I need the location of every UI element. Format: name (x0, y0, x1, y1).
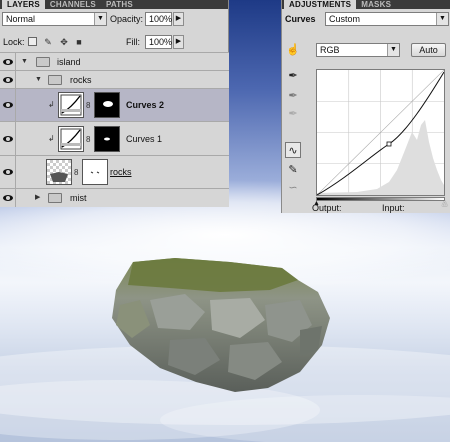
preset-value: Custom (329, 14, 361, 24)
eye-icon[interactable] (3, 195, 13, 201)
opacity-value: 100% (149, 14, 173, 24)
input-label: Input: (382, 203, 405, 213)
output-label: Output: (312, 203, 342, 213)
fill-label: Fill: (126, 37, 140, 47)
curves-graph[interactable] (316, 69, 445, 196)
auto-button[interactable]: Auto (411, 43, 446, 57)
channel-select[interactable]: RGB ▼ (316, 43, 400, 57)
mask-shape (90, 171, 100, 174)
collapse-triangle-icon[interactable]: ▶ (35, 193, 40, 203)
tab-adjustments[interactable]: ADJUSTMENTS (284, 0, 357, 9)
link-icon[interactable]: 8 (86, 101, 90, 111)
link-icon[interactable]: 8 (74, 168, 78, 178)
rock-thumbnail-shape (50, 172, 68, 182)
target-adjust-icon[interactable]: ☝ (285, 42, 301, 58)
eye-icon[interactable] (3, 135, 13, 142)
layer-row-rocks-group[interactable]: ▼ rocks (0, 70, 229, 88)
visibility-cell (0, 53, 16, 70)
mask-shape (103, 101, 113, 107)
opacity-slider-arrow[interactable]: ▶ (173, 12, 184, 26)
eyedropper-black-icon[interactable]: ✒ (285, 68, 301, 84)
blend-mode-value: Normal (6, 14, 36, 24)
adjustments-panel: ADJUSTMENTS MASKS Curves Custom ▼ ☝ ✒ ✒ … (281, 0, 450, 213)
blend-mode-select[interactable]: Normal ▼ (2, 12, 107, 26)
eye-icon[interactable] (3, 169, 13, 175)
expand-triangle-icon[interactable]: ▼ (35, 75, 42, 85)
layers-panel-tabs: LAYERS CHANNELS PATHS (0, 0, 228, 9)
chevron-down-icon: ▼ (387, 44, 399, 56)
fill-input[interactable]: 100% (145, 35, 172, 49)
curves-adjustment-thumbnail[interactable] (58, 92, 84, 118)
tab-masks[interactable]: MASKS (356, 0, 396, 9)
lock-label: Lock: (3, 37, 25, 47)
layer-name: Curves 2 (126, 100, 165, 110)
link-icon[interactable]: 8 (86, 135, 90, 145)
chevron-down-icon: ▼ (436, 13, 448, 25)
curves-icon (60, 94, 82, 116)
pencil-icon[interactable]: ✎ (285, 162, 301, 178)
layers-panel: LAYERS CHANNELS PATHS Normal ▼ Opacity: … (0, 0, 229, 207)
adjustment-type-label: Curves (285, 14, 316, 24)
layer-row-island[interactable]: ▼ island (0, 52, 229, 70)
curves-adjustment-thumbnail[interactable] (58, 126, 84, 152)
tab-paths[interactable]: PATHS (101, 0, 138, 9)
lock-transparency-icon[interactable] (28, 37, 37, 46)
visibility-cell (0, 156, 16, 188)
visibility-cell (0, 71, 16, 88)
lock-pixels-icon[interactable]: ✎ (43, 37, 53, 47)
curve-control-point[interactable] (386, 141, 392, 147)
clipping-arrow-icon: ↲ (48, 100, 55, 109)
layer-name: mist (70, 193, 87, 203)
smooth-curve-icon[interactable]: ∽ (285, 180, 301, 196)
chevron-down-icon: ▼ (94, 13, 106, 25)
eyedropper-white-icon[interactable]: ✒ (285, 106, 301, 122)
folder-icon (48, 193, 62, 203)
fill-value: 100% (149, 37, 173, 47)
adjustments-panel-tabs: ADJUSTMENTS MASKS (282, 0, 450, 9)
tab-layers[interactable]: LAYERS (2, 0, 45, 9)
lock-position-icon[interactable]: ✥ (59, 37, 69, 47)
layer-name: island (57, 57, 81, 67)
layer-row-curves-1[interactable]: ↲ 8 Curves 1 (0, 121, 229, 155)
curves-icon (60, 128, 82, 150)
channel-value: RGB (320, 45, 340, 55)
layer-name: rocks (110, 167, 132, 177)
layer-name: rocks (70, 75, 92, 85)
expand-triangle-icon[interactable]: ▼ (21, 57, 28, 67)
eyedropper-gray-icon[interactable]: ✒ (285, 88, 301, 104)
layer-mask-thumbnail[interactable] (94, 92, 120, 118)
opacity-label: Opacity: (110, 14, 144, 24)
fill-slider-arrow[interactable]: ▶ (173, 35, 184, 49)
layer-thumbnail[interactable] (46, 159, 72, 185)
lock-all-icon[interactable]: ■ (74, 37, 84, 47)
visibility-cell (0, 122, 16, 155)
clipping-arrow-icon: ↲ (48, 134, 55, 143)
opacity-input[interactable]: 100% (145, 12, 172, 26)
layer-row-curves-2[interactable]: ↲ 8 Curves 2 (0, 88, 229, 121)
mask-shape (104, 137, 110, 141)
tab-channels[interactable]: CHANNELS (45, 0, 101, 9)
visibility-cell (0, 189, 16, 207)
visibility-cell (0, 89, 16, 121)
white-point-slider[interactable]: △ (442, 200, 447, 207)
layer-name: Curves 1 (126, 134, 163, 144)
layer-mask-thumbnail[interactable] (94, 126, 120, 152)
folder-icon (36, 57, 50, 67)
eye-icon[interactable] (3, 58, 13, 65)
eye-icon[interactable] (3, 102, 13, 108)
curves-graph-canvas (316, 69, 445, 196)
layer-mask-thumbnail[interactable] (82, 159, 108, 185)
folder-icon (48, 75, 62, 85)
input-gradient-bar (316, 197, 445, 201)
eye-icon[interactable] (3, 76, 13, 83)
preset-select[interactable]: Custom ▼ (325, 12, 449, 26)
layer-row-rocks-pixel[interactable]: 8 rocks (0, 155, 229, 188)
layer-row-mist[interactable]: ▶ mist (0, 188, 229, 207)
curve-edit-icon[interactable]: ∿ (285, 142, 301, 158)
